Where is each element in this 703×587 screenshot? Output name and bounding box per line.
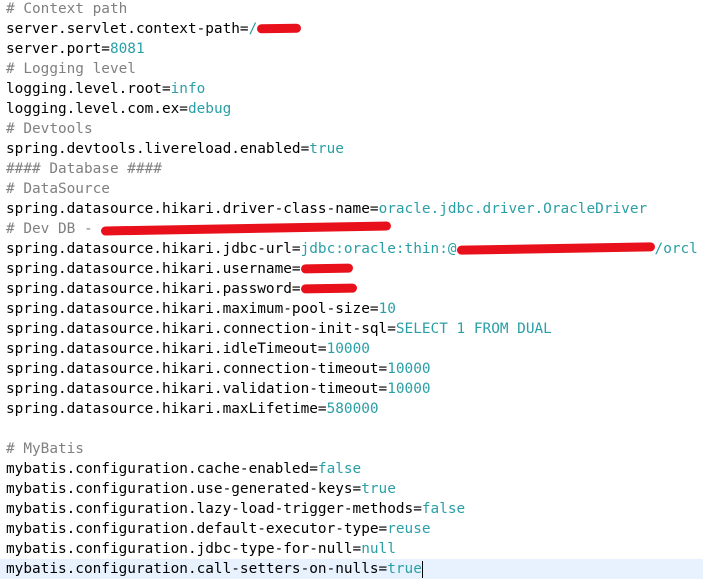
property-key: spring.datasource.hikari.maxLifetime=	[6, 401, 327, 417]
property-line-lazy-load: mybatis.configuration.lazy-load-trigger-…	[6, 499, 465, 519]
property-value: 580000	[326, 401, 379, 417]
property-line-username: spring.datasource.hikari.username=	[6, 259, 353, 279]
property-key: spring.datasource.hikari.password=	[6, 281, 301, 297]
property-key: mybatis.configuration.call-setters-on-nu…	[6, 561, 388, 577]
property-key: logging.level.root=	[6, 81, 171, 97]
property-value-suffix: /orcl	[654, 241, 698, 257]
property-value: debug	[187, 101, 232, 117]
property-key: spring.datasource.hikari.maximum-pool-si…	[6, 301, 379, 317]
property-value: oracle.jdbc.driver.OracleDriver	[378, 201, 648, 217]
property-value: true	[361, 481, 396, 497]
property-key: mybatis.configuration.default-executor-t…	[6, 521, 388, 537]
current-line[interactable]: mybatis.configuration.call-setters-on-nu…	[0, 559, 703, 579]
property-line-cache-enabled: mybatis.configuration.cache-enabled=fals…	[6, 459, 361, 479]
comment-logging-level: # Logging level	[6, 61, 136, 77]
property-value: 8081	[109, 41, 145, 57]
property-key: spring.datasource.hikari.validation-time…	[6, 381, 388, 397]
property-key: spring.datasource.hikari.connection-init…	[6, 321, 396, 337]
property-key: logging.level.com.ex=	[6, 101, 188, 117]
property-line-use-generated-keys: mybatis.configuration.use-generated-keys…	[6, 479, 396, 499]
property-value: null	[361, 541, 396, 557]
property-key: spring.datasource.hikari.driver-class-na…	[6, 201, 379, 217]
redaction-mark	[257, 19, 301, 39]
comment-database: #### Database ####	[6, 161, 162, 177]
redaction-mark	[301, 259, 353, 279]
redaction-mark	[301, 279, 357, 299]
property-line-password: spring.datasource.hikari.password=	[6, 279, 357, 299]
property-value: 10000	[326, 341, 370, 357]
redaction-mark	[101, 219, 391, 239]
property-line-max-pool-size: spring.datasource.hikari.maximum-pool-si…	[6, 299, 396, 319]
property-line-jdbc-type-for-null: mybatis.configuration.jdbc-type-for-null…	[6, 539, 396, 559]
property-value: false	[421, 501, 466, 517]
property-value: /	[248, 21, 258, 37]
property-value: true	[387, 561, 422, 577]
property-line-server-port: server.port=8081	[6, 39, 145, 59]
property-key: spring.datasource.hikari.connection-time…	[6, 361, 388, 377]
property-key: spring.devtools.livereload.enabled=	[6, 141, 310, 157]
property-key: mybatis.configuration.jdbc-type-for-null…	[6, 541, 362, 557]
property-key: spring.datasource.hikari.jdbc-url=	[6, 241, 301, 257]
property-key: spring.datasource.hikari.username=	[6, 261, 301, 277]
comment-datasource: # DataSource	[6, 181, 110, 197]
property-line-livereload: spring.devtools.livereload.enabled=true	[6, 139, 344, 159]
property-key: server.servlet.context-path=	[6, 21, 249, 37]
property-line-idle-timeout: spring.datasource.hikari.idleTimeout=100…	[6, 339, 370, 359]
property-key: mybatis.configuration.cache-enabled=	[6, 461, 318, 477]
property-line-jdbc-url: spring.datasource.hikari.jdbc-url=jdbc:o…	[6, 239, 698, 259]
property-line-connection-timeout: spring.datasource.hikari.connection-time…	[6, 359, 431, 379]
property-key: server.port=	[6, 41, 110, 57]
property-value: reuse	[387, 521, 431, 537]
property-value: info	[170, 81, 206, 97]
property-key: mybatis.configuration.lazy-load-trigger-…	[6, 501, 422, 517]
comment-context-path: # Context path	[6, 1, 128, 17]
property-line-logging-root: logging.level.root=info	[6, 79, 205, 99]
property-value: 10	[378, 301, 396, 317]
properties-editor[interactable]: # Context path server.servlet.context-pa…	[0, 0, 703, 587]
property-value: 10000	[387, 361, 431, 377]
property-value: jdbc:oracle:thin:@	[300, 241, 457, 257]
property-value: true	[309, 141, 344, 157]
property-line-context-path: server.servlet.context-path=/	[6, 19, 301, 39]
property-line-max-lifetime: spring.datasource.hikari.maxLifetime=580…	[6, 399, 379, 419]
property-value: 10000	[387, 381, 431, 397]
property-value: false	[317, 461, 362, 477]
text-cursor	[421, 560, 423, 578]
property-line-executor-type: mybatis.configuration.default-executor-t…	[6, 519, 431, 539]
property-line-logging-com-ex: logging.level.com.ex=debug	[6, 99, 231, 119]
comment-devtools: # Devtools	[6, 121, 93, 137]
property-value: SELECT 1 FROM DUAL	[395, 321, 552, 337]
property-line-init-sql: spring.datasource.hikari.connection-init…	[6, 319, 552, 339]
redaction-mark	[457, 239, 655, 259]
comment-dev-db: # Dev DB -	[6, 219, 391, 239]
property-line-validation-timeout: spring.datasource.hikari.validation-time…	[6, 379, 431, 399]
comment-mybatis: # MyBatis	[6, 441, 84, 457]
property-key: spring.datasource.hikari.idleTimeout=	[6, 341, 327, 357]
property-key: mybatis.configuration.use-generated-keys…	[6, 481, 362, 497]
property-line-driver-class: spring.datasource.hikari.driver-class-na…	[6, 199, 647, 219]
